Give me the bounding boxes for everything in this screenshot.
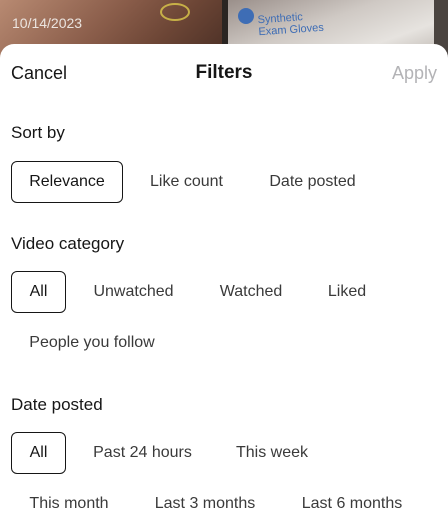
date-posted-heading: Date posted bbox=[11, 395, 103, 414]
date-option-last-3-months[interactable]: Last 3 months bbox=[143, 483, 267, 525]
page-title: Filters bbox=[195, 62, 253, 83]
sheet-header: Cancel Filters Apply bbox=[0, 44, 448, 102]
date-option-this-month[interactable]: This month bbox=[19, 483, 119, 525]
sort-option-date-posted[interactable]: Date posted bbox=[258, 161, 367, 203]
category-option-all[interactable]: All bbox=[11, 271, 66, 313]
sort-by-heading: Sort by bbox=[11, 123, 65, 142]
ring-image-detail bbox=[160, 3, 190, 21]
video-category-heading: Video category bbox=[11, 234, 125, 253]
date-option-all[interactable]: All bbox=[11, 432, 66, 474]
category-option-people-you-follow[interactable]: People you follow bbox=[19, 322, 165, 364]
apply-button[interactable]: Apply bbox=[392, 63, 437, 84]
date-option-past-24-hours[interactable]: Past 24 hours bbox=[83, 432, 202, 474]
category-option-liked[interactable]: Liked bbox=[318, 271, 376, 313]
sort-option-relevance[interactable]: Relevance bbox=[11, 161, 123, 203]
thumbnail-date: 10/14/2023 bbox=[12, 15, 83, 31]
category-option-unwatched[interactable]: Unwatched bbox=[83, 271, 184, 313]
brand-badge-icon bbox=[238, 8, 254, 24]
category-option-watched[interactable]: Watched bbox=[209, 271, 293, 313]
date-option-last-6-months[interactable]: Last 6 months bbox=[290, 483, 414, 525]
filters-sheet: Cancel Filters Apply Sort by Relevance L… bbox=[0, 44, 448, 528]
sort-option-like-count[interactable]: Like count bbox=[140, 161, 233, 203]
date-option-this-week[interactable]: This week bbox=[227, 432, 317, 474]
thumbnail-product-label: Synthetic Exam Gloves bbox=[257, 11, 325, 39]
